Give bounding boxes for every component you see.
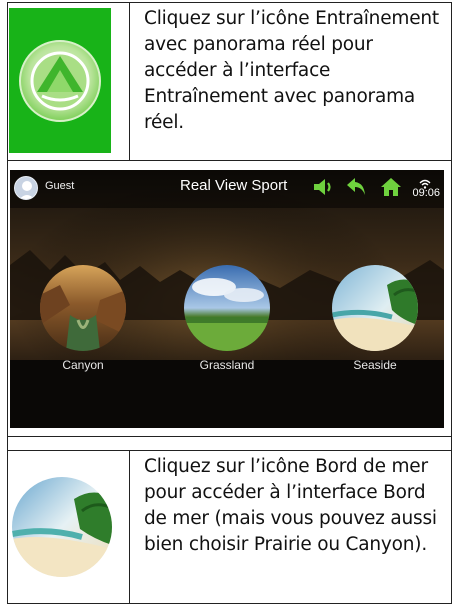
volume-icon[interactable]	[312, 177, 334, 201]
screen-title: Real View Sport	[180, 177, 288, 194]
clock: 09:06	[412, 187, 440, 199]
seaside-scene-icon	[12, 477, 112, 577]
canyon-scene-icon[interactable]	[40, 265, 126, 351]
scene-label-seaside: Seaside	[353, 358, 397, 372]
scene-label-canyon: Canyon	[62, 358, 104, 372]
top-bar: Guest Real View Sport 09:06	[10, 170, 444, 208]
home-icon[interactable]	[380, 177, 402, 201]
real-view-sport-screen: Guest Real View Sport 09:06 Canyon Grass…	[10, 170, 444, 428]
seaside-scene-icon[interactable]	[332, 265, 418, 351]
grassland-scene-icon[interactable]	[184, 265, 270, 351]
instruction-text: Cliquez sur l’icône Entraînement avec pa…	[144, 8, 439, 133]
scene-label-grassland: Grassland	[199, 358, 255, 372]
training-panorama-app-icon	[9, 8, 111, 153]
avatar[interactable]	[14, 176, 38, 200]
back-arrow-icon[interactable]	[346, 177, 368, 201]
instruction-text: Cliquez sur l’icône Bord de mer pour acc…	[144, 456, 437, 555]
divider	[8, 436, 451, 437]
user-label: Guest	[45, 180, 75, 192]
